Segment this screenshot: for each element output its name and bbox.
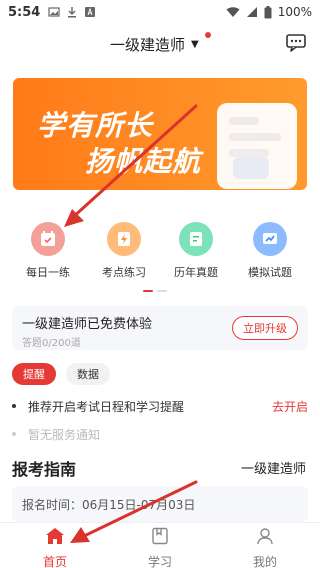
tab-data[interactable]: 数据: [66, 363, 110, 385]
page-dot: [157, 290, 167, 292]
lightning-icon: [107, 222, 141, 256]
feature-shortcuts: 每日一练 考点练习 历年真题 模拟试题: [0, 222, 320, 280]
nav-label: 我的: [252, 555, 277, 568]
trial-title: 一级建造师已免费体验: [22, 317, 153, 332]
no-notification-text: 暂无服务通知: [28, 427, 101, 442]
nav-home[interactable]: 首页: [20, 527, 90, 568]
bottom-nav: 首页 学习 我的: [0, 522, 320, 568]
feature-label: 每日一练: [26, 266, 70, 279]
feature-label: 模拟试题: [248, 266, 292, 279]
registration-date: 报名时间：06月15日-07月03日: [22, 497, 196, 512]
upgrade-button[interactable]: 立即升级: [232, 316, 298, 340]
app-notification-icon: [85, 7, 96, 17]
guide-card[interactable]: 报名时间：06月15日-07月03日: [12, 486, 308, 522]
header: 一级建造师 ▼: [0, 28, 320, 60]
feature-label: 考点练习: [102, 266, 146, 279]
section-title: 报考指南: [12, 460, 77, 479]
document-illustration: [217, 103, 297, 189]
nav-label: 首页: [42, 555, 67, 568]
exam-selector[interactable]: 一级建造师 ▼: [110, 32, 211, 55]
tab-reminders[interactable]: 提醒: [12, 363, 56, 385]
notification-dot: [204, 32, 211, 38]
status-time: 5:54: [8, 4, 41, 20]
promo-banner[interactable]: 学有所长 扬帆起航: [13, 78, 307, 190]
past-exams-button[interactable]: 历年真题: [161, 222, 231, 280]
reminder-row: 推荐开启考试日程和学习提醒 去开启: [12, 396, 308, 416]
nav-study[interactable]: 学习: [125, 527, 195, 568]
exam-selector-label: 一级建造师: [110, 36, 186, 54]
page-dot-active: [143, 290, 153, 292]
enable-reminder-link[interactable]: 去开启: [272, 398, 308, 415]
chart-icon: [253, 222, 287, 256]
book-icon: [152, 527, 168, 545]
battery-level: 100%: [277, 5, 312, 19]
reminder-text: 推荐开启考试日程和学习提醒: [28, 399, 185, 414]
profile-icon: [257, 528, 273, 545]
nav-label: 学习: [147, 555, 172, 568]
download-icon: [68, 7, 77, 18]
trial-progress: 答题0/200道: [22, 338, 81, 349]
home-icon: [46, 528, 64, 544]
bullet: [12, 432, 16, 436]
caret-down-icon: ▼: [191, 39, 199, 50]
trial-card: 一级建造师已免费体验 答题0/200道 立即升级: [12, 306, 308, 350]
notification-row: 暂无服务通知: [12, 424, 308, 444]
document-icon: [179, 222, 213, 256]
mock-exams-button[interactable]: 模拟试题: [235, 222, 305, 280]
calendar-icon: [31, 222, 65, 256]
daily-practice-button[interactable]: 每日一练: [13, 222, 83, 280]
message-icon[interactable]: [286, 34, 306, 52]
signal-icon: [246, 7, 257, 17]
nav-profile[interactable]: 我的: [230, 527, 300, 568]
image-notification-icon: [48, 7, 60, 17]
wifi-icon: [226, 7, 240, 17]
tab-bar: 提醒 数据: [12, 363, 110, 385]
guide-category[interactable]: 一级建造师: [241, 458, 306, 477]
status-right: 100%: [226, 5, 312, 19]
status-bar: 5:54 100%: [0, 0, 320, 24]
page-indicator: [143, 290, 167, 292]
banner-line-1: 学有所长: [37, 109, 154, 142]
banner-line-2: 扬帆起航: [85, 145, 202, 178]
feature-label: 历年真题: [174, 266, 218, 279]
bullet: [12, 404, 16, 408]
battery-icon: [264, 5, 272, 18]
point-practice-button[interactable]: 考点练习: [89, 222, 159, 280]
